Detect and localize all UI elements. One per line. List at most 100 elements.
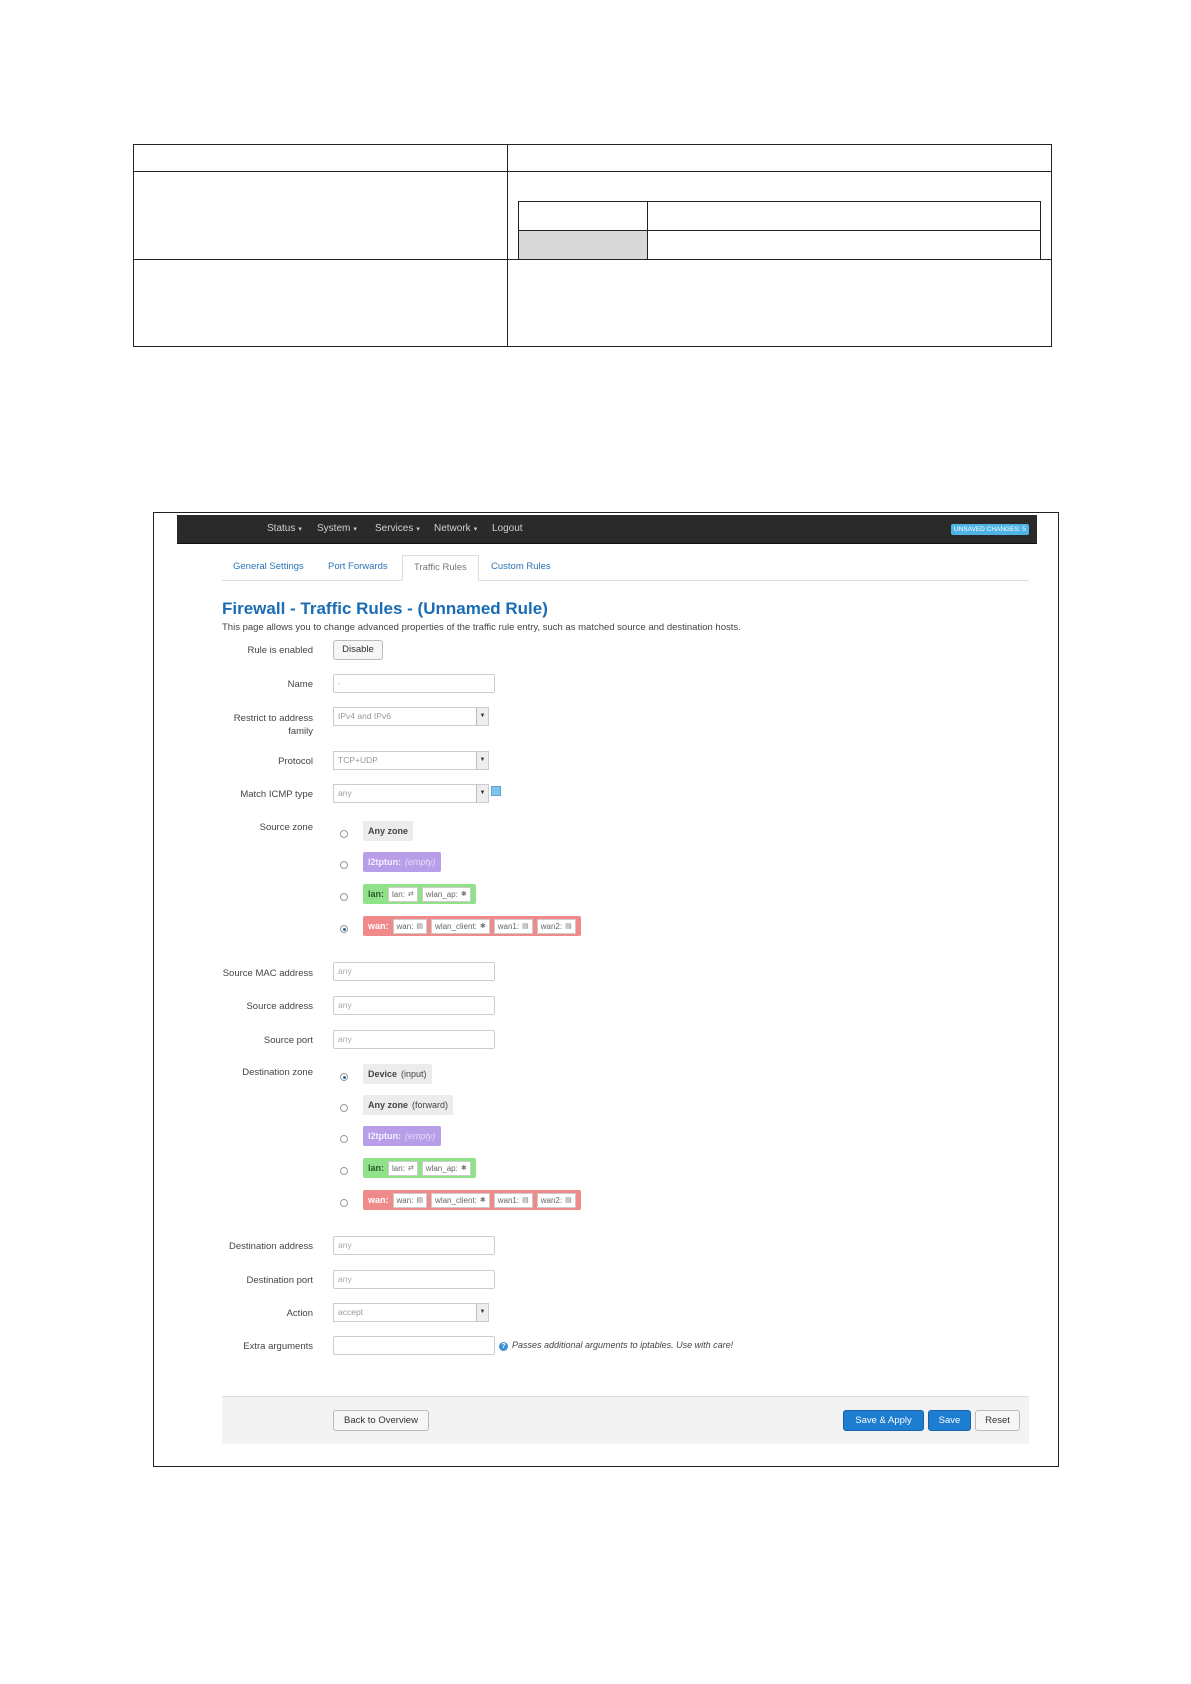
page-title: Firewall - Traffic Rules - (Unnamed Rule…: [222, 599, 548, 618]
save-apply-button[interactable]: Save & Apply: [843, 1410, 924, 1431]
table-cell: [133, 144, 508, 172]
source-zone-label: Source zone: [259, 822, 313, 833]
zone-label: Any zone: [368, 1100, 409, 1110]
nav-logout[interactable]: Logout: [492, 523, 523, 534]
nav-network[interactable]: Network ▾: [434, 523, 477, 534]
tab-port-forwards[interactable]: Port Forwards: [317, 555, 399, 579]
source-zone-l2tptun[interactable]: l2tptun: (empty): [363, 852, 441, 872]
action-select-value: accept: [338, 1307, 364, 1317]
dest-zone-any[interactable]: Any zone (forward): [363, 1095, 454, 1115]
source-zone-l2tptun-radio[interactable]: [340, 861, 348, 869]
dest-zone-l2tptun[interactable]: l2tptun: (empty): [363, 1126, 441, 1146]
ethernet-icon: ▤: [416, 922, 424, 930]
table-cell: [133, 171, 508, 260]
tab-bar: General Settings Port Forwards Traffic R…: [222, 555, 1029, 581]
name-label: Name: [287, 679, 313, 690]
src-port-input[interactable]: any: [333, 1030, 495, 1049]
dest-zone-wan-radio[interactable]: [340, 1199, 348, 1207]
zone-label: wan:: [368, 921, 389, 931]
nav-status[interactable]: Status ▾: [267, 523, 302, 534]
ethernet-icon: ⇄: [407, 1164, 414, 1172]
protocol-select[interactable]: TCP+UDP ▼: [333, 751, 489, 770]
help-icon: ?: [499, 1342, 508, 1351]
network-chip: wlan_client: ✱: [431, 1192, 490, 1208]
src-mac-input[interactable]: any: [333, 962, 495, 981]
protocol-label: Protocol: [278, 756, 313, 767]
network-chip: wan1: ▤: [493, 1192, 533, 1208]
dest-zone-device[interactable]: Device (input): [363, 1064, 432, 1084]
wifi-icon: ✱: [460, 1164, 467, 1172]
ethernet-icon: ▤: [522, 922, 529, 930]
icmp-select[interactable]: any ▼: [333, 784, 489, 803]
chevron-down-icon: ▾: [298, 526, 302, 533]
action-select[interactable]: accept ▼: [333, 1303, 489, 1322]
nav-services[interactable]: Services ▾: [375, 523, 420, 534]
chip-label: wan1:: [497, 1195, 520, 1205]
table-cell: [507, 259, 1052, 347]
reset-button[interactable]: Reset: [975, 1410, 1020, 1431]
extra-args-label: Extra arguments: [243, 1341, 313, 1352]
chip-label: lan:: [392, 889, 405, 899]
add-icmp-icon[interactable]: [491, 786, 501, 796]
name-input[interactable]: -: [333, 674, 495, 693]
dest-addr-input[interactable]: any: [333, 1236, 495, 1255]
source-zone-lan[interactable]: lan: lan: ⇄ wlan_ap: ✱: [363, 884, 476, 904]
page-description: This page allows you to change advanced …: [222, 622, 741, 633]
nav-system[interactable]: System ▾: [317, 523, 357, 534]
extra-args-input[interactable]: [333, 1336, 495, 1355]
dest-zone-lan[interactable]: lan: lan: ⇄ wlan_ap: ✱: [363, 1158, 476, 1178]
chip-label: wlan_ap:: [425, 889, 458, 899]
network-chip: wan: ▤: [392, 1192, 428, 1208]
source-zone-lan-radio[interactable]: [340, 893, 348, 901]
dest-zone-wan[interactable]: wan: wan: ▤ wlan_client: ✱ wan1: ▤ wan2: ▤: [363, 1190, 581, 1210]
back-to-overview-button[interactable]: Back to Overview: [333, 1410, 429, 1431]
dest-port-input[interactable]: any: [333, 1270, 495, 1289]
family-select[interactable]: IPv4 and IPv6 ▼: [333, 707, 489, 726]
dest-addr-label: Destination address: [229, 1241, 313, 1252]
chevron-down-icon: ▼: [476, 708, 488, 725]
network-chip: wan2: ▤: [536, 1192, 576, 1208]
network-chip: lan: ⇄: [388, 1160, 418, 1176]
chip-label: wan2:: [540, 1195, 563, 1205]
tab-general-settings[interactable]: General Settings: [222, 555, 315, 579]
save-button[interactable]: Save: [928, 1410, 971, 1431]
nav-services-label: Services: [375, 523, 414, 534]
dest-zone-any-radio[interactable]: [340, 1104, 348, 1112]
dest-zone-lan-radio[interactable]: [340, 1167, 348, 1175]
network-chip: lan: ⇄: [388, 886, 418, 902]
zone-label: Any zone: [368, 826, 409, 836]
chevron-down-icon: ▼: [476, 752, 488, 769]
source-zone-any[interactable]: Any zone: [363, 821, 414, 841]
tab-custom-rules[interactable]: Custom Rules: [480, 555, 562, 579]
wifi-icon: ✱: [460, 890, 467, 898]
chevron-down-icon: ▾: [353, 526, 357, 533]
src-addr-input[interactable]: any: [333, 996, 495, 1015]
unsaved-changes-badge[interactable]: UNSAVED CHANGES: 5: [950, 524, 1029, 535]
extra-args-help: Passes additional arguments to iptables.…: [512, 1340, 734, 1350]
family-label-line2: family: [288, 726, 313, 737]
action-label: Action: [286, 1308, 313, 1319]
icmp-select-value: any: [338, 788, 352, 798]
dest-zone-device-radio[interactable]: [340, 1073, 348, 1081]
src-port-label: Source port: [263, 1035, 313, 1046]
ethernet-icon: ▤: [522, 1196, 529, 1204]
nav-status-label: Status: [267, 523, 296, 534]
source-zone-wan[interactable]: wan: wan: ▤ wlan_client: ✱ wan1: ▤ wan2: ▤: [363, 916, 581, 936]
family-select-value: IPv4 and IPv6: [338, 711, 391, 721]
source-zone-wan-radio[interactable]: [340, 925, 348, 933]
source-zone-any-radio[interactable]: [340, 830, 348, 838]
chip-label: wan:: [396, 921, 414, 931]
firewall-screenshot: Status ▾ System ▾ Services ▾ Network ▾ Logou…: [153, 512, 1059, 1467]
icmp-label: Match ICMP type: [240, 789, 313, 800]
disable-button[interactable]: Disable: [333, 640, 383, 660]
nested-table-cell: [647, 230, 1041, 260]
chevron-down-icon: ▼: [476, 785, 488, 802]
chip-label: wan2:: [540, 921, 563, 931]
tab-traffic-rules[interactable]: Traffic Rules: [402, 555, 479, 581]
zone-empty-note: (empty): [405, 857, 436, 867]
dest-zone-label: Destination zone: [242, 1067, 313, 1078]
zone-label: lan:: [368, 889, 385, 899]
dest-zone-l2tptun-radio[interactable]: [340, 1135, 348, 1143]
nested-table-cell: [518, 201, 648, 231]
ethernet-icon: ⇄: [407, 890, 414, 898]
